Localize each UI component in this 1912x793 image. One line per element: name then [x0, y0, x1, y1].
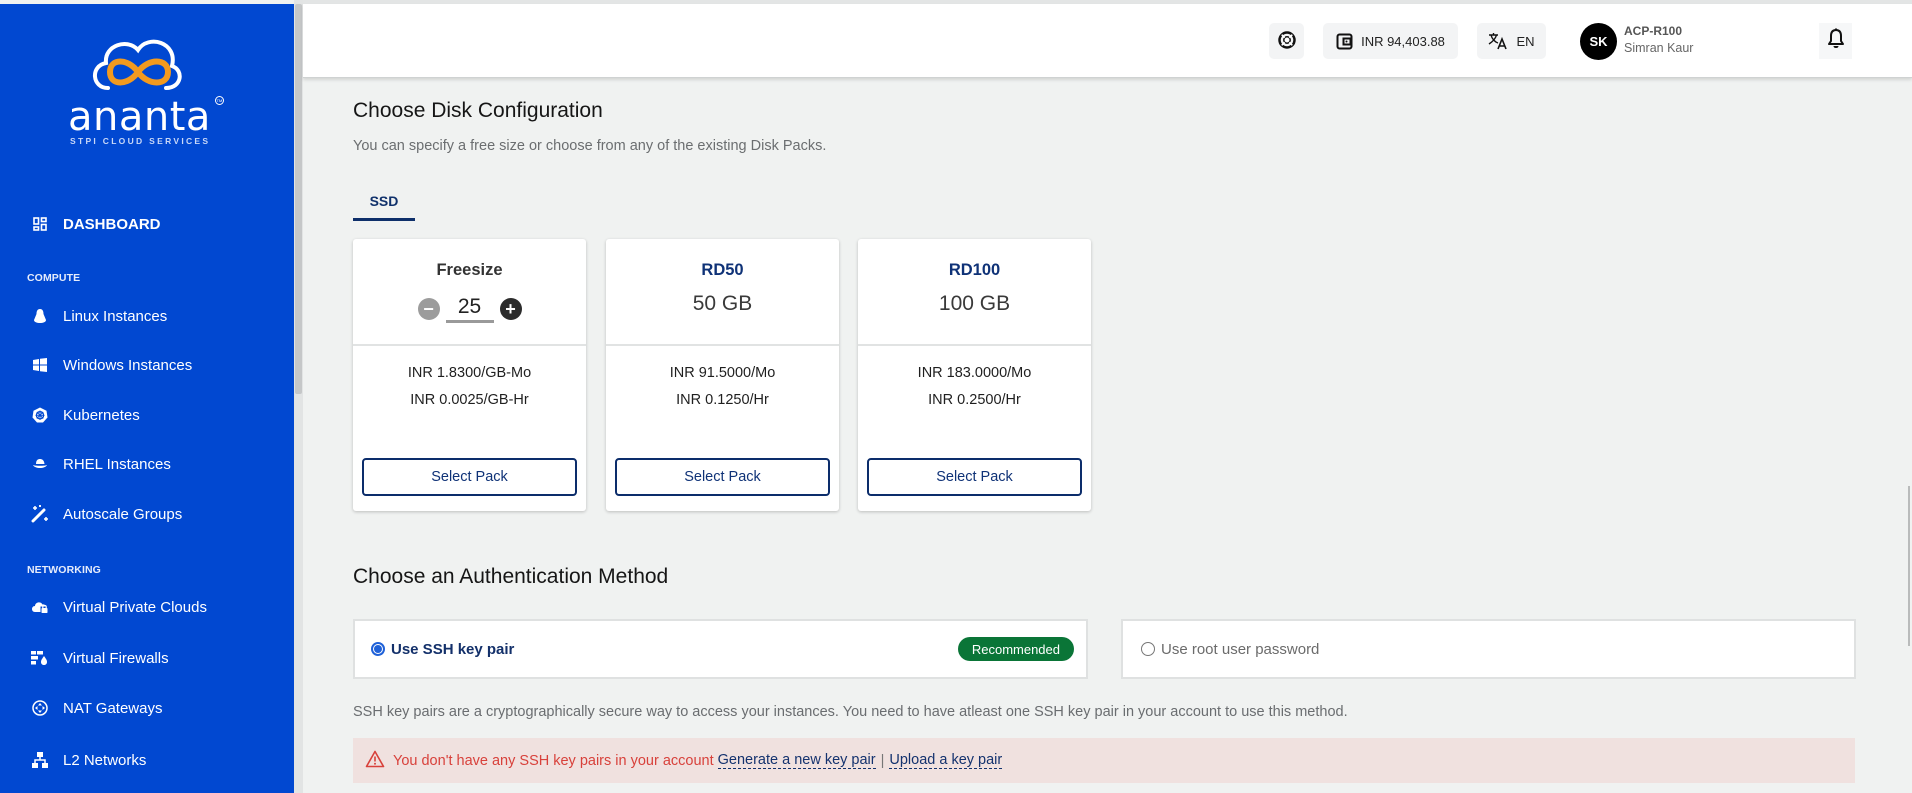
sidebar-item-label: Linux Instances — [63, 307, 168, 325]
sidebar: ananta TM STPI CLOUD SERVICES DASHBOARD … — [0, 4, 294, 793]
sidebar-item-windows-instances[interactable]: Windows Instances — [30, 351, 192, 379]
translate-icon — [1488, 32, 1508, 50]
tab-label: SSD — [369, 193, 399, 209]
root-option-label: Use root user password — [1161, 640, 1320, 658]
card-title: Freesize — [436, 261, 503, 279]
auth-option-root-password[interactable]: Use root user password — [1121, 619, 1856, 679]
firewall-icon — [30, 648, 50, 668]
disk-config-description: You can specify a free size or choose fr… — [353, 138, 827, 154]
main-content: Choose Disk Configuration You can specif… — [303, 79, 1903, 793]
sidebar-scrollbar[interactable] — [294, 0, 303, 793]
sidebar-item-l2-networks[interactable]: L2 Networks — [30, 746, 146, 774]
lifebuoy-icon — [1277, 30, 1296, 52]
disk-card-rd100: RD100 100 GB INR 183.0000/Mo INR 0.2500/… — [858, 239, 1091, 511]
main-scrollbar[interactable] — [1908, 486, 1910, 646]
dashboard-grid-icon — [30, 214, 50, 234]
language-code: EN — [1516, 33, 1535, 49]
ssh-info-text: SSH key pairs are a cryptographically se… — [353, 704, 1348, 720]
sidebar-item-label: L2 Networks — [63, 751, 147, 769]
sidebar-item-label: NAT Gateways — [63, 699, 163, 717]
decrement-button[interactable]: − — [417, 298, 440, 320]
sidebar-item-label: Windows Instances — [63, 356, 193, 374]
brand-name: ananta — [68, 94, 211, 140]
disk-card-rd50: RD50 50 GB INR 91.5000/Mo INR 0.1250/Hr … — [606, 239, 839, 511]
sidebar-item-label: DASHBOARD — [63, 215, 161, 233]
wallet-icon — [1336, 33, 1353, 50]
network-topology-icon — [30, 750, 50, 770]
sidebar-item-virtual-firewalls[interactable]: Virtual Firewalls — [30, 644, 169, 672]
magic-wand-icon — [30, 504, 50, 524]
disk-config-title: Choose Disk Configuration — [353, 99, 603, 122]
windows-icon — [30, 355, 50, 375]
upload-key-pair-link[interactable]: Upload a key pair — [889, 752, 1003, 769]
alert-message: You don't have any SSH key pairs in your… — [393, 752, 714, 769]
sidebar-item-linux-instances[interactable]: Linux Instances — [30, 302, 167, 330]
notifications-button[interactable] — [1819, 23, 1852, 59]
cloud-infinity-logo-icon — [93, 39, 182, 90]
sidebar-item-label: Virtual Firewalls — [63, 649, 169, 667]
section-title-compute: COMPUTE — [27, 272, 81, 284]
disk-size: 50 GB — [692, 292, 753, 315]
sidebar-item-autoscale-groups[interactable]: Autoscale Groups — [30, 500, 182, 528]
sidebar-item-label: Kubernetes — [63, 406, 140, 424]
linux-icon — [30, 306, 50, 326]
bell-icon — [1827, 28, 1845, 54]
sidebar-scrollbar-thumb[interactable] — [295, 4, 302, 394]
gateway-icon — [30, 698, 50, 718]
no-ssh-keys-alert: You don't have any SSH key pairs in your… — [353, 738, 1855, 783]
kubernetes-icon — [30, 405, 50, 425]
sidebar-item-label: Autoscale Groups — [63, 505, 183, 523]
minus-icon: − — [423, 299, 434, 319]
card-title: RD50 — [701, 261, 744, 279]
auth-option-ssh[interactable]: Use SSH key pair Recommended — [353, 619, 1088, 679]
help-button[interactable] — [1269, 23, 1304, 59]
price-monthly: INR 91.5000/Mo — [669, 365, 776, 381]
wallet-balance-button[interactable]: INR 94,403.88 — [1323, 23, 1458, 59]
tab-ssd[interactable]: SSD — [353, 189, 415, 221]
sidebar-item-label: RHEL Instances — [63, 455, 171, 473]
price-monthly: INR 183.0000/Mo — [917, 365, 1032, 381]
trademark-mark: TM — [215, 96, 224, 105]
increment-button[interactable]: + — [499, 298, 522, 320]
cloud-lock-icon — [30, 597, 50, 617]
sidebar-item-virtual-private-clouds[interactable]: Virtual Private Clouds — [30, 593, 207, 621]
link-separator: | — [880, 752, 885, 769]
price-monthly: INR 1.8300/GB-Mo — [407, 365, 532, 381]
section-title-networking: NETWORKING — [27, 564, 101, 576]
ssh-option-label: Use SSH key pair — [391, 640, 515, 658]
sidebar-item-label: Virtual Private Clouds — [63, 598, 207, 616]
sidebar-item-kubernetes[interactable]: Kubernetes — [30, 401, 140, 429]
price-hourly: INR 0.2500/Hr — [928, 392, 1021, 408]
ssh-radio[interactable] — [371, 642, 385, 656]
disk-size-input[interactable]: 25 — [445, 295, 494, 323]
price-hourly: INR 0.0025/GB-Hr — [410, 392, 529, 408]
select-pack-button[interactable]: Select Pack — [867, 458, 1082, 496]
plus-icon: + — [505, 299, 516, 319]
user-name[interactable]: Simran Kaur — [1624, 41, 1693, 55]
disk-size: 100 GB — [938, 292, 1011, 315]
select-pack-button[interactable]: Select Pack — [615, 458, 830, 496]
language-button[interactable]: EN — [1477, 23, 1546, 59]
top-header: INR 94,403.88 EN SK ACP-R100 Simran Kaur — [303, 4, 1912, 78]
user-avatar[interactable]: SK — [1580, 23, 1617, 60]
ananta-logo[interactable]: ananta TM STPI CLOUD SERVICES — [60, 26, 240, 151]
recommended-badge: Recommended — [957, 637, 1074, 661]
price-hourly: INR 0.1250/Hr — [676, 392, 769, 408]
generate-key-pair-link[interactable]: Generate a new key pair — [717, 752, 876, 769]
redhat-icon — [30, 454, 50, 474]
sidebar-item-nat-gateways[interactable]: NAT Gateways — [30, 694, 162, 722]
brand-tagline: STPI CLOUD SERVICES — [70, 136, 211, 146]
sidebar-item-rhel-instances[interactable]: RHEL Instances — [30, 450, 171, 478]
wallet-balance: INR 94,403.88 — [1361, 33, 1445, 49]
root-password-radio[interactable] — [1141, 642, 1155, 656]
auth-method-title: Choose an Authentication Method — [353, 565, 669, 588]
account-id[interactable]: ACP-R100 — [1624, 24, 1682, 38]
disk-card-freesize: Freesize − 25 + INR 1.8300/GB-Mo INR 0.0… — [353, 239, 586, 511]
warning-triangle-icon — [365, 750, 385, 772]
card-title: RD100 — [948, 261, 1001, 279]
select-pack-button[interactable]: Select Pack — [362, 458, 577, 496]
disk-size-stepper: − 25 + — [353, 294, 586, 324]
sidebar-item-dashboard[interactable]: DASHBOARD — [30, 210, 161, 238]
